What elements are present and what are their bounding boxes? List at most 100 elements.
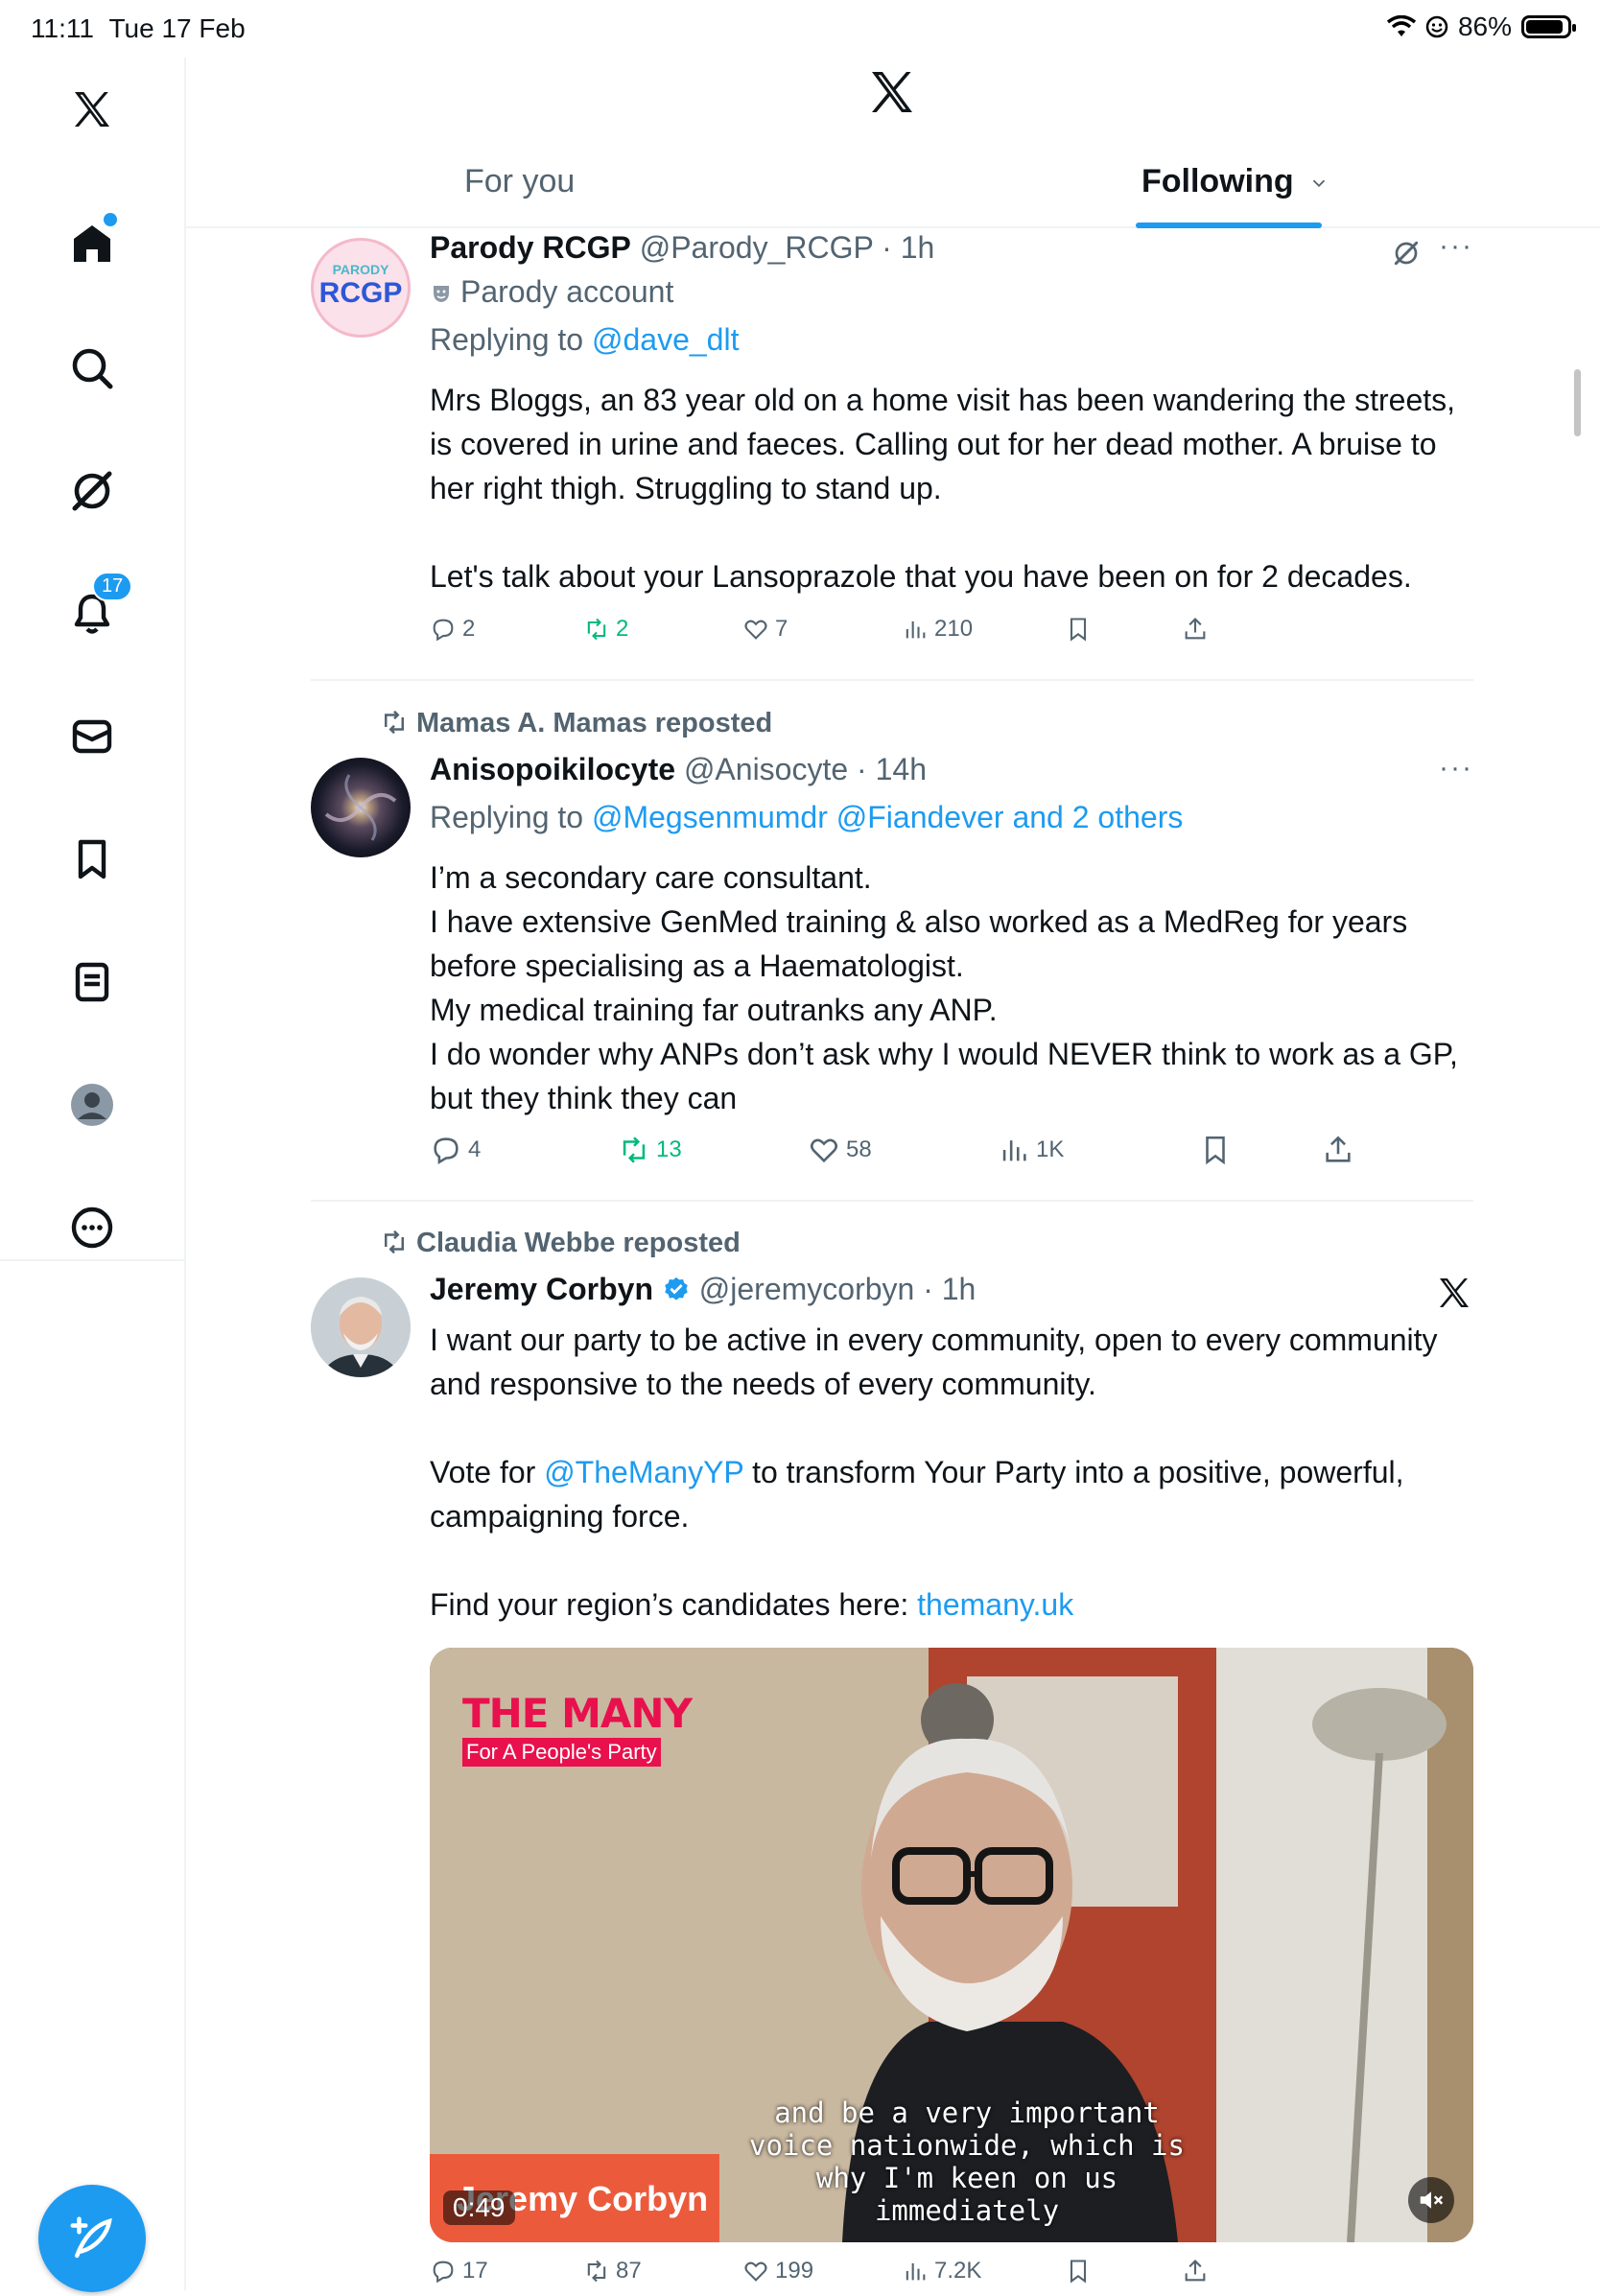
display-name[interactable]: Jeremy Corbyn: [430, 1272, 653, 1306]
profile-avatar-icon[interactable]: [63, 1076, 121, 1134]
bookmark-icon: [1206, 1136, 1225, 1165]
views-button[interactable]: 7.2K: [902, 2258, 981, 2284]
heart-icon: [744, 620, 767, 640]
views-button[interactable]: 210: [902, 616, 973, 643]
avatar-label-small: PARODY: [332, 262, 389, 277]
reply-icon: [433, 2261, 454, 2284]
video-logo-sub: For A People's Party: [462, 1738, 661, 1767]
verified-badge-icon: [665, 1277, 688, 1300]
like-button[interactable]: 58: [808, 1134, 872, 1166]
reposted-by-text: Claudia Webbe reposted: [416, 1228, 741, 1258]
x-logo-icon: [1440, 1278, 1469, 1307]
more-options-icon[interactable]: ···: [1439, 230, 1473, 263]
display-name[interactable]: Anisopoikilocyte: [430, 752, 675, 786]
views-chart-icon: [906, 2262, 926, 2281]
more-options-icon[interactable]: ···: [1439, 752, 1473, 785]
tweet-body: I want our party to be active in every c…: [430, 1318, 1485, 1627]
video-subtitles: and be a very important voice nationwide…: [718, 2097, 1216, 2227]
like-button[interactable]: 7: [742, 616, 788, 643]
repost-icon: [385, 710, 404, 735]
reply-icon: [433, 619, 454, 642]
compose-post-button[interactable]: [38, 2185, 146, 2292]
repost-count: 87: [616, 2258, 642, 2284]
home-unread-dot: [104, 213, 117, 226]
tweet-body: Mrs Bloggs, an 83 year old on a home vis…: [430, 378, 1485, 598]
bookmark-button[interactable]: [1065, 2258, 1092, 2284]
reply-button[interactable]: 2: [430, 616, 475, 643]
tweet-actions: 2 2 7 210: [430, 616, 1485, 654]
replying-to: Replying to @Megsenmumdr @Fiandever and …: [430, 800, 1183, 835]
tweet-divider: [311, 679, 1473, 681]
person-avatar-image: [311, 1277, 411, 1377]
tweet-anisopoikilocyte[interactable]: Mamas A. Mamas reposted Anisopoikilocyte…: [311, 708, 1473, 1168]
status-date-text: Tue 17 Feb: [108, 13, 246, 43]
tweet-time[interactable]: 14h: [876, 752, 927, 786]
bookmark-button[interactable]: [1065, 616, 1092, 643]
tweet-paragraph: My medical training far outranks any ANP…: [430, 993, 998, 1027]
repost-button[interactable]: 2: [583, 616, 628, 643]
share-button[interactable]: [1182, 2258, 1209, 2284]
reposted-by: Mamas A. Mamas reposted: [380, 708, 772, 739]
grok-icon[interactable]: [1391, 238, 1422, 269]
share-button[interactable]: [1182, 616, 1209, 643]
like-count: 199: [775, 2258, 814, 2284]
like-count: 7: [775, 616, 788, 642]
parody-label: Parody account: [430, 274, 673, 310]
scrollbar[interactable]: [1574, 369, 1581, 436]
views-chart-icon: [1002, 1140, 1026, 1161]
tweet-time[interactable]: 1h: [942, 1272, 976, 1306]
grok-icon[interactable]: [63, 462, 121, 520]
user-handle[interactable]: @Parody_RCGP: [640, 230, 874, 265]
user-handle[interactable]: @Anisocyte: [684, 752, 848, 786]
avatar[interactable]: [311, 1277, 411, 1377]
like-count: 58: [846, 1136, 872, 1162]
bookmarks-icon[interactable]: [63, 831, 121, 888]
sidebar-divider: [0, 1259, 184, 1261]
views-button[interactable]: 1K: [998, 1134, 1064, 1166]
text-segment: Find your region’s candidates here:: [430, 1587, 918, 1622]
tweet-paragraph: I’m a secondary care consultant.: [430, 860, 872, 895]
notifications-bell-icon[interactable]: 17: [63, 572, 133, 643]
tab-following-label: Following: [1141, 163, 1294, 199]
x-logo-icon[interactable]: [63, 81, 121, 138]
search-icon[interactable]: [63, 340, 121, 397]
avatar[interactable]: [311, 758, 411, 857]
mute-button[interactable]: [1408, 2177, 1454, 2223]
external-link[interactable]: themany.uk: [917, 1587, 1073, 1622]
user-handle[interactable]: @jeremycorbyn: [699, 1272, 915, 1306]
reply-button[interactable]: 17: [430, 2258, 488, 2284]
repost-icon: [587, 2260, 606, 2283]
share-button[interactable]: [1322, 1134, 1354, 1166]
more-options-icon[interactable]: [63, 1199, 121, 1256]
share-icon: [1326, 1136, 1351, 1162]
sidebar-nav: 17: [0, 58, 186, 2292]
repost-count: 2: [616, 616, 629, 642]
home-icon[interactable]: [63, 213, 121, 272]
repost-button[interactable]: 87: [583, 2258, 642, 2284]
video-player[interactable]: THE MANY For A People's Party Jeremy Cor…: [430, 1648, 1473, 2242]
tweet-parody-rcgp[interactable]: PARODY RCGP Parody RCGP @Parody_RCGP · 1…: [311, 230, 1473, 652]
tab-following[interactable]: Following: [1141, 163, 1329, 200]
views-count: 1K: [1036, 1136, 1065, 1162]
bookmark-button[interactable]: [1199, 1134, 1232, 1166]
display-name[interactable]: Parody RCGP: [430, 230, 631, 265]
tweet-paragraph: Find your region’s candidates here: them…: [430, 1582, 1485, 1627]
replying-to-link[interactable]: @Megsenmumdr @Fiandever and 2 others: [592, 800, 1183, 834]
mention-link[interactable]: @TheManyYP: [544, 1455, 743, 1489]
tab-for-you[interactable]: For you: [464, 163, 575, 200]
tweet-header: Jeremy Corbyn @jeremycorbyn · 1h: [430, 1272, 976, 1306]
reply-button[interactable]: 4: [430, 1134, 481, 1166]
tweet-time[interactable]: 1h: [901, 230, 935, 265]
like-button[interactable]: 199: [742, 2258, 813, 2284]
repost-icon: [623, 1136, 646, 1163]
heart-icon: [810, 1138, 838, 1163]
lists-icon[interactable]: [63, 953, 121, 1011]
tweet-jeremy-corbyn[interactable]: Claudia Webbe reposted Jeremy Corbyn @je…: [311, 1228, 1473, 2290]
repost-button[interactable]: 13: [618, 1134, 682, 1166]
tweet-paragraph: I have extensive GenMed training & also …: [430, 904, 1408, 983]
avatar[interactable]: PARODY RCGP: [311, 238, 411, 338]
heart-icon: [744, 2261, 767, 2282]
tweet-header: Parody RCGP @Parody_RCGP · 1h: [430, 230, 935, 265]
replying-to-link[interactable]: @dave_dlt: [592, 322, 739, 357]
messages-envelope-icon[interactable]: [63, 708, 121, 765]
